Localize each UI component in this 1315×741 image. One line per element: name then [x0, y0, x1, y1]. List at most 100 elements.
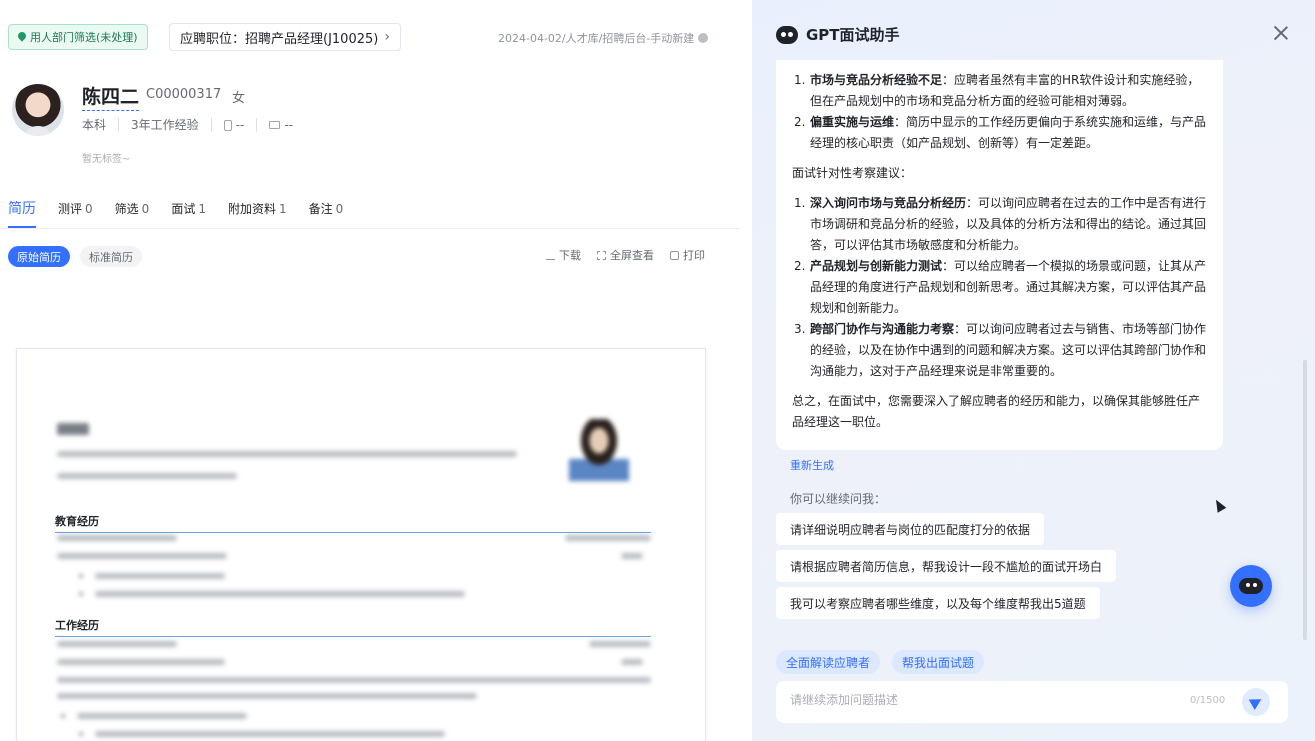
candidate-panel: 用人部门筛选(未处理) 应聘职位：招聘产品经理(J10025) › 2024-0…: [0, 0, 752, 741]
resume-line-blur: [95, 573, 225, 579]
download-label: 下载: [559, 249, 581, 262]
candidate-info-row: 本科 3年工作经验 -- --: [82, 118, 305, 132]
resume-line-blur: [95, 591, 465, 597]
list-number: 2.: [794, 259, 806, 273]
date-source-text: 2024-04-02/人才库/招聘后台-手动新建: [498, 32, 695, 45]
date-source: 2024-04-02/人才库/招聘后台-手动新建: [498, 30, 709, 46]
list-number: 1.: [794, 73, 806, 87]
resume-line-blur: [57, 535, 177, 541]
tab-notes[interactable]: 备注 0: [309, 200, 344, 224]
tab-attachments[interactable]: 附加资料 1: [228, 200, 287, 224]
gpt-assistant-panel: GPT面试助手 1. 市场与竞品分析经验不足：应聘者虽然有丰富的HR软件设计和实施…: [752, 0, 1315, 741]
list-item: 1. 深入询问市场与竞品分析经历：可以询问应聘者在过去的工作中是否有进行市场调研和…: [792, 193, 1207, 256]
email-field: --: [257, 118, 305, 132]
resume-bullet: [79, 732, 83, 736]
tab-count: 1: [278, 202, 287, 216]
suggested-prompt[interactable]: 请详细说明应聘者与岗位的匹配度打分的依据: [776, 513, 1045, 545]
fullscreen-button[interactable]: 全屏查看: [597, 247, 654, 263]
resume-document[interactable]: 教育经历 工作经历: [16, 348, 706, 741]
tab-interview[interactable]: 面试 1: [171, 200, 206, 224]
chip-interpret-candidate[interactable]: 全面解读应聘者: [776, 650, 881, 674]
tab-assessment[interactable]: 测评 0: [58, 200, 93, 224]
tab-label: 筛选: [114, 202, 139, 216]
email-value: --: [284, 118, 293, 132]
standard-resume-toggle[interactable]: 标准简历: [80, 246, 142, 267]
status-tag-label: 用人部门筛选(未处理): [30, 31, 138, 44]
tab-label: 面试: [171, 202, 196, 216]
gpt-answer-bubble: 1. 市场与竞品分析经验不足：应聘者虽然有丰富的HR软件设计和实施经验，但在产品规…: [776, 60, 1223, 450]
printer-icon: [670, 250, 679, 260]
status-tag[interactable]: 用人部门筛选(未处理): [8, 24, 148, 50]
floating-robot-button[interactable]: [1230, 565, 1272, 607]
list-item-title: 产品规划与创新能力测试: [810, 259, 943, 273]
tab-count: 0: [141, 202, 150, 216]
resume-subinfo-blur: [57, 473, 237, 479]
print-label: 打印: [683, 249, 705, 262]
resume-work-heading: 工作经历: [55, 617, 651, 637]
location-pin-icon: [18, 32, 26, 42]
education: 本科: [82, 118, 120, 132]
chip-interview-questions[interactable]: 帮我出面试题: [892, 650, 985, 674]
gpt-header: GPT面试助手: [776, 24, 900, 45]
resume-line-blur: [57, 693, 477, 699]
resume-bullet: [61, 714, 65, 718]
tab-label: 附加资料: [227, 202, 276, 216]
tab-count: 0: [335, 202, 344, 216]
list-item-title: 市场与竞品分析经验不足: [810, 73, 943, 87]
list-item: 2. 偏重实施与运维：简历中显示的工作经历更偏向于系统实施和运维，与产品经理的核心…: [792, 112, 1207, 154]
close-icon[interactable]: [1272, 24, 1290, 42]
tab-screening[interactable]: 筛选 0: [115, 200, 150, 224]
list-item-title: 偏重实施与运维: [810, 115, 895, 129]
download-button[interactable]: 下载: [546, 247, 581, 263]
detail-tabs: 简历 测评 0 筛选 0 面试 1 附加资料 1 备注 0: [8, 198, 344, 228]
tab-label: 简历: [8, 201, 36, 217]
suggested-prompt[interactable]: 我可以考察应聘者哪些维度，以及每个维度帮我出5道题: [776, 587, 1100, 619]
suggested-prompt[interactable]: 请根据应聘者简历信息，帮我设计一段不尴尬的面试开场白: [776, 550, 1117, 582]
job-position-tag[interactable]: 应聘职位：招聘产品经理(J10025) ›: [169, 23, 401, 51]
tab-label: 备注: [308, 202, 333, 216]
list-item-title: 跨部门协作与沟通能力考察: [810, 322, 955, 336]
list-number: 1.: [794, 196, 806, 210]
resume-line-blur: [95, 731, 445, 737]
candidate-gender: 女: [232, 91, 246, 106]
resume-line-blur: [565, 535, 651, 541]
phone-value: --: [235, 118, 245, 132]
chevron-right-icon: ›: [384, 29, 390, 45]
continue-label: 你可以继续问我：: [790, 492, 887, 506]
scrollbar[interactable]: [1303, 360, 1307, 640]
no-tag-hint: 暂无标签~: [82, 154, 131, 165]
tab-resume[interactable]: 简历: [8, 198, 36, 228]
phone-icon: [223, 119, 232, 131]
candidate-name[interactable]: 陈四二: [82, 82, 140, 111]
resume-actions: 下载 全屏查看 打印: [546, 247, 705, 263]
tab-label: 测评: [58, 202, 83, 216]
fullscreen-icon: [597, 250, 606, 260]
download-icon: [546, 251, 555, 260]
robot-icon: [776, 25, 798, 44]
tab-divider: [0, 228, 740, 229]
resume-line-blur: [57, 659, 225, 665]
resume-contact-blur: [57, 451, 517, 457]
question-input[interactable]: [790, 693, 1170, 707]
list-item: 2. 产品规划与创新能力测试：可以给应聘者一个模拟的场景或问题，让其从产品经理的角…: [792, 256, 1207, 319]
info-icon[interactable]: [698, 33, 709, 43]
gpt-title: GPT面试助手: [806, 26, 900, 44]
resume-bullet: [79, 592, 83, 596]
avatar: [12, 84, 64, 136]
char-counter: 0/1500: [1190, 695, 1226, 706]
original-resume-toggle[interactable]: 原始简历: [8, 246, 70, 267]
candidate-id: C00000317: [146, 87, 222, 102]
regenerate-link[interactable]: 重新生成: [790, 457, 834, 473]
summary-text: 总之，在面试中，您需要深入了解应聘者的经历和能力，以确保其能够胜任产品经理这一职…: [792, 394, 1201, 429]
print-button[interactable]: 打印: [670, 247, 705, 263]
suggest-intro: 面试针对性考察建议：: [792, 166, 913, 180]
resume-line-blur: [57, 553, 227, 559]
tab-count: 0: [85, 202, 93, 216]
list-item-title: 深入询问市场与竞品分析经历: [810, 196, 967, 210]
resume-bullet: [79, 574, 83, 578]
list-item: 3. 跨部门协作与沟通能力考察：可以询问应聘者过去与销售、市场等部门协作的经验，以…: [792, 319, 1207, 382]
experience: 3年工作经验: [119, 118, 212, 132]
send-icon[interactable]: [1242, 688, 1270, 716]
phone-field: --: [212, 118, 258, 132]
resume-line-blur: [57, 677, 651, 683]
